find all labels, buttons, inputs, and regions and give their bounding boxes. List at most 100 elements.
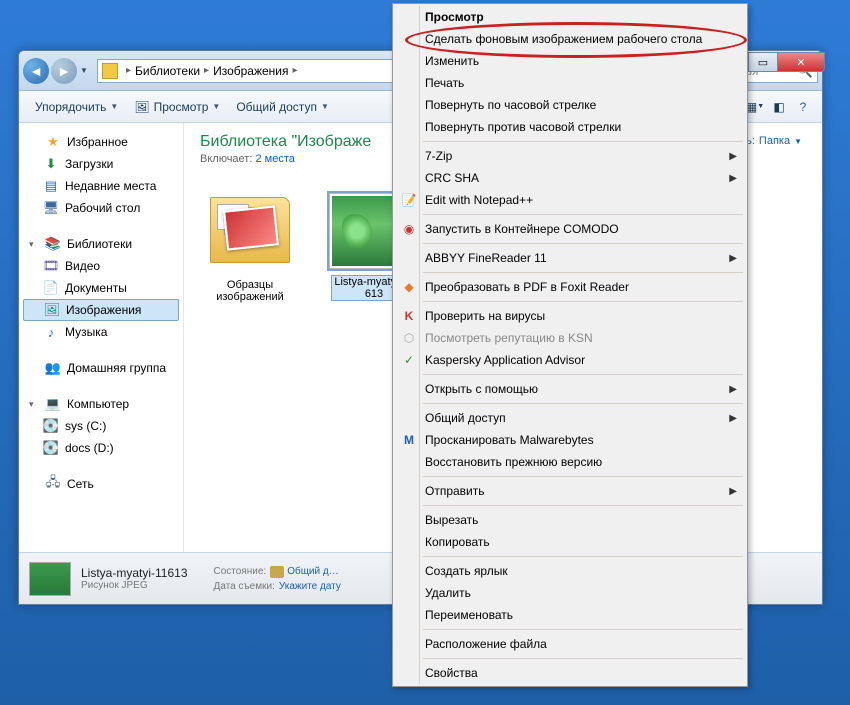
ctx-notepad[interactable]: 📝Edit with Notepad++ — [395, 189, 745, 211]
collapse-icon: ▾ — [29, 399, 39, 410]
sidebar-item-music[interactable]: ♪Музыка — [23, 321, 179, 343]
sidebar-computer-header[interactable]: ▾💻Компьютер — [23, 393, 179, 415]
ctx-rename[interactable]: Переименовать — [395, 604, 745, 626]
library-icon: 📚 — [45, 236, 61, 252]
ctx-restore-version[interactable]: Восстановить прежнюю версию — [395, 451, 745, 473]
details-thumbnail — [29, 562, 71, 596]
includes-link[interactable]: 2 места — [255, 153, 294, 165]
ctx-delete[interactable]: Удалить — [395, 582, 745, 604]
nav-forward-button[interactable]: ► — [51, 58, 77, 84]
details-filename: Listya-myatyi-11613 — [81, 566, 188, 580]
ctx-7zip[interactable]: 7-Zip▶ — [395, 145, 745, 167]
sidebar-libraries-header[interactable]: ▾📚Библиотеки — [23, 233, 179, 255]
organize-menu[interactable]: Упорядочить▼ — [27, 96, 126, 118]
ksn-icon: ⬡ — [401, 330, 417, 346]
ctx-create-shortcut[interactable]: Создать ярлык — [395, 560, 745, 582]
drive-icon: 💽 — [43, 440, 59, 456]
ctx-ksn[interactable]: ⬡Посмотреть репутацию в KSN — [395, 327, 745, 349]
submenu-arrow-icon: ▶ — [729, 151, 737, 162]
ctx-rotate-cw[interactable]: Повернуть по часовой стрелке — [395, 94, 745, 116]
breadcrumb-sep-icon: ▸ — [204, 65, 209, 76]
comodo-icon: ◉ — [401, 221, 417, 237]
submenu-arrow-icon: ▶ — [729, 413, 737, 424]
chevron-down-icon: ▼ — [321, 102, 329, 111]
chevron-down-icon: ▼ — [110, 102, 118, 111]
homegroup-icon: 👥 — [45, 360, 61, 376]
ctx-rotate-ccw[interactable]: Повернуть против часовой стрелки — [395, 116, 745, 138]
submenu-arrow-icon: ▶ — [729, 173, 737, 184]
ctx-open-with[interactable]: Открыть с помощью▶ — [395, 378, 745, 400]
details-date-label: Дата съемки: — [214, 581, 275, 592]
kaspersky-icon: ✓ — [401, 352, 417, 368]
chevron-down-icon: ▼ — [794, 137, 802, 146]
sidebar-item-desktop[interactable]: 🖥Рабочий стол — [23, 197, 179, 219]
chevron-down-icon: ▼ — [212, 102, 220, 111]
ctx-send-to[interactable]: Отправить▶ — [395, 480, 745, 502]
music-icon: ♪ — [43, 324, 59, 340]
sidebar-item-downloads[interactable]: ⬇Загрузки — [23, 153, 179, 175]
ctx-abbyy[interactable]: ABBYY FineReader 11▶ — [395, 247, 745, 269]
folder-item-samples[interactable]: Образцы изображений — [200, 193, 300, 303]
ctx-scan-virus[interactable]: KПроверить на вирусы — [395, 305, 745, 327]
details-filetype: Рисунок JPEG — [81, 580, 188, 591]
ctx-edit[interactable]: Изменить — [395, 50, 745, 72]
nav-sidebar: ★Избранное ⬇Загрузки ▤Недавние места 🖥Ра… — [19, 123, 184, 552]
ctx-print[interactable]: Печать — [395, 72, 745, 94]
ctx-cut[interactable]: Вырезать — [395, 509, 745, 531]
star-icon: ★ — [45, 134, 61, 150]
submenu-arrow-icon: ▶ — [729, 253, 737, 264]
drive-icon: 💽 — [43, 418, 59, 434]
picture-icon: 🖼 — [134, 100, 149, 114]
details-state-label: Состояние: — [214, 566, 267, 578]
ctx-preview[interactable]: Просмотр — [395, 6, 745, 28]
ctx-set-desktop-background[interactable]: Сделать фоновым изображением рабочего ст… — [395, 28, 745, 50]
collapse-icon: ▾ — [29, 239, 39, 250]
details-date-value[interactable]: Укажите дату — [279, 581, 341, 592]
nav-history-dropdown[interactable]: ▼ — [77, 61, 91, 81]
preview-menu[interactable]: 🖼Просмотр▼ — [126, 96, 228, 118]
ctx-comodo[interactable]: ◉Запустить в Контейнере COMODO — [395, 218, 745, 240]
breadcrumb-seg2[interactable]: Изображения — [213, 64, 288, 78]
sidebar-item-drive-d[interactable]: 💽docs (D:) — [23, 437, 179, 459]
shared-icon — [270, 566, 284, 578]
kaspersky-k-icon: K — [401, 308, 417, 324]
library-icon — [102, 63, 118, 79]
sidebar-item-drive-c[interactable]: 💽sys (C:) — [23, 415, 179, 437]
recent-icon: ▤ — [43, 178, 59, 194]
ctx-malwarebytes[interactable]: MПросканировать Malwarebytes — [395, 429, 745, 451]
submenu-arrow-icon: ▶ — [729, 486, 737, 497]
close-button[interactable]: ✕ — [777, 52, 825, 72]
network-icon: 🖧 — [45, 476, 61, 492]
share-menu[interactable]: Общий доступ▼ — [228, 96, 337, 118]
ctx-share[interactable]: Общий доступ▶ — [395, 407, 745, 429]
sidebar-item-recent[interactable]: ▤Недавние места — [23, 175, 179, 197]
sidebar-favorites-header[interactable]: ★Избранное — [23, 131, 179, 153]
foxit-icon: ◆ — [401, 279, 417, 295]
breadcrumb-sep-icon: ▸ — [126, 65, 131, 76]
ctx-crc-sha[interactable]: CRC SHA▶ — [395, 167, 745, 189]
breadcrumb-seg1[interactable]: Библиотеки — [135, 64, 200, 78]
desktop-icon: 🖥 — [43, 200, 59, 216]
breadcrumb-sep-icon: ▸ — [293, 65, 298, 76]
document-icon: 📄 — [43, 280, 59, 296]
sidebar-item-documents[interactable]: 📄Документы — [23, 277, 179, 299]
ctx-file-location[interactable]: Расположение файла — [395, 633, 745, 655]
sidebar-item-video[interactable]: 🎞Видео — [23, 255, 179, 277]
maximize-button[interactable]: ▭ — [748, 52, 778, 72]
ctx-kaspersky-advisor[interactable]: ✓Kaspersky Application Advisor — [395, 349, 745, 371]
computer-icon: 💻 — [45, 396, 61, 412]
nav-back-button[interactable]: ◄ — [23, 58, 49, 84]
sidebar-item-pictures[interactable]: 🖼Изображения — [23, 299, 179, 321]
video-icon: 🎞 — [43, 258, 59, 274]
submenu-arrow-icon: ▶ — [729, 384, 737, 395]
sidebar-homegroup-header[interactable]: 👥Домашняя группа — [23, 357, 179, 379]
ctx-properties[interactable]: Свойства — [395, 662, 745, 684]
preview-pane-button[interactable]: ◧ — [768, 96, 790, 118]
help-button[interactable]: ? — [792, 96, 814, 118]
context-menu: Просмотр Сделать фоновым изображением ра… — [392, 3, 748, 687]
ctx-foxit[interactable]: ◆Преобразовать в PDF в Foxit Reader — [395, 276, 745, 298]
ctx-copy[interactable]: Копировать — [395, 531, 745, 553]
sidebar-network-header[interactable]: 🖧Сеть — [23, 473, 179, 495]
notepad-icon: 📝 — [401, 192, 417, 208]
downloads-icon: ⬇ — [43, 156, 59, 172]
